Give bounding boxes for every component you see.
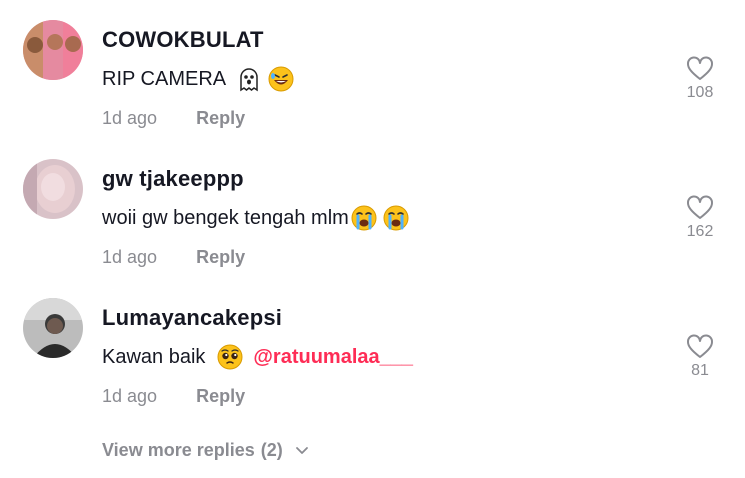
comment-time: 1d ago: [102, 247, 158, 267]
avatar[interactable]: [23, 298, 83, 358]
comment-item: Lumayancakepsi Kawan baik @ratuumalaa___…: [0, 298, 745, 428]
pleading-face-emoji: [217, 344, 243, 370]
comment-text-body: woii gw bengek tengah mlm: [102, 206, 349, 229]
loudly-crying-face-emoji: [351, 205, 377, 231]
heart-icon[interactable]: [680, 334, 720, 360]
like-count: 162: [686, 223, 714, 240]
reply-button[interactable]: Reply: [196, 386, 245, 406]
heart-icon[interactable]: [680, 195, 720, 221]
view-more-replies-button[interactable]: View more replies (2): [102, 440, 309, 461]
like-control[interactable]: 81: [680, 334, 720, 380]
like-count: 81: [691, 362, 709, 379]
like-control[interactable]: 108: [680, 56, 720, 102]
mention-link[interactable]: @ratuumalaa___: [253, 346, 413, 369]
comment-username[interactable]: COWOKBULAT: [102, 27, 264, 53]
like-count: 108: [686, 84, 714, 101]
ghost-emoji: [236, 66, 262, 92]
comment-time: 1d ago: [102, 386, 158, 406]
comment-username[interactable]: Lumayancakepsi: [102, 305, 282, 331]
heart-icon[interactable]: [680, 56, 720, 82]
reply-button[interactable]: Reply: [196, 108, 245, 128]
comment-text: Kawan baik @ratuumalaa___: [102, 344, 413, 370]
loudly-crying-face-emoji: [383, 205, 409, 231]
comment-text: woii gw bengek tengah mlm: [102, 205, 409, 231]
chevron-down-icon: [295, 440, 309, 461]
comment-meta: 1d ago Reply: [102, 247, 245, 268]
comment-item: COWOKBULAT RIP CAMERA 1d ago Reply 108: [0, 20, 745, 150]
view-more-label: View more replies: [102, 440, 255, 460]
reply-button[interactable]: Reply: [196, 247, 245, 267]
rolling-on-floor-laughing-emoji: [268, 66, 294, 92]
comment-text-body: Kawan baik: [102, 345, 206, 368]
comment-meta: 1d ago Reply: [102, 386, 245, 407]
avatar[interactable]: [23, 159, 83, 219]
avatar[interactable]: [23, 20, 83, 80]
comment-text-body: RIP CAMERA: [102, 67, 227, 90]
view-more-count: (2): [260, 440, 283, 460]
comment-meta: 1d ago Reply: [102, 108, 245, 129]
comment-text: RIP CAMERA: [102, 66, 294, 92]
comment-username[interactable]: gw tjakeeppp: [102, 166, 244, 192]
comment-time: 1d ago: [102, 108, 158, 128]
comment-item: gw tjakeeppp woii gw bengek tengah mlm 1…: [0, 159, 745, 289]
like-control[interactable]: 162: [680, 195, 720, 241]
